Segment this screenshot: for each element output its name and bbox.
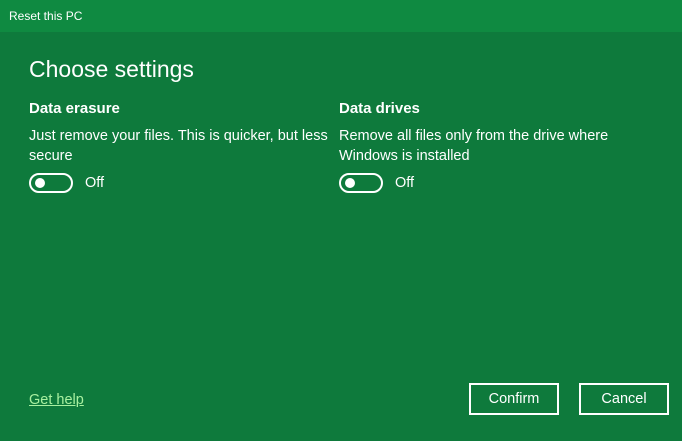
page-title: Choose settings (29, 56, 194, 82)
setting-data-drives: Data drives Remove all files only from t… (339, 100, 629, 166)
setting-description-data-drives: Remove all files only from the drive whe… (339, 128, 609, 164)
setting-title-data-erasure: Data erasure (29, 100, 120, 117)
toggle-knob (35, 178, 45, 188)
cancel-button[interactable]: Cancel (579, 383, 669, 415)
setting-title-data-drives: Data drives (339, 100, 420, 117)
toggle-row-data-drives: Off (339, 173, 414, 193)
reset-pc-window: Reset this PC Choose settings Data erasu… (0, 0, 682, 441)
confirm-button[interactable]: Confirm (469, 383, 559, 415)
toggle-state-label: Off (395, 175, 415, 191)
get-help-link[interactable]: Get help (29, 390, 84, 410)
setting-description-data-erasure: Just remove your files. This is quicker,… (29, 128, 328, 164)
toggle-row-data-erasure: Off (29, 173, 104, 193)
toggle-state-label: Off (85, 175, 105, 191)
toggle-knob (345, 178, 355, 188)
window-title: Reset this PC (9, 9, 83, 23)
data-erasure-toggle[interactable] (29, 173, 73, 193)
title-bar: Reset this PC (0, 0, 682, 32)
setting-data-erasure: Data erasure Just remove your files. Thi… (29, 100, 328, 166)
data-drives-toggle[interactable] (339, 173, 383, 193)
